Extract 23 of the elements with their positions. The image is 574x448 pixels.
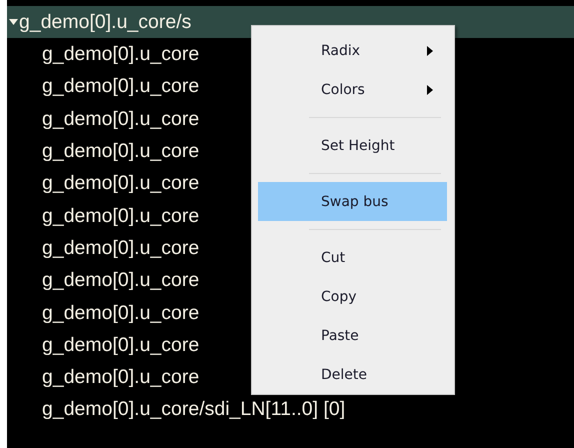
signal-name[interactable]: g_demo[0].u_core (42, 75, 200, 98)
submenu-arrow-icon (427, 46, 433, 56)
menu-item[interactable]: Paste (258, 316, 447, 355)
signal-name[interactable]: g_demo[0].u_core (42, 269, 200, 292)
signal-name: g_demo[0].u_core/s (19, 11, 192, 33)
menu-item[interactable]: Colors (258, 70, 447, 109)
signal-name[interactable]: g_demo[0].u_core (42, 236, 200, 259)
menu-item[interactable]: Set Height (258, 126, 447, 165)
signal-name[interactable]: g_demo[0].u_core/sdi_LN[11..0] [0] (42, 398, 346, 420)
signal-name[interactable]: g_demo[0].u_core (42, 204, 200, 227)
submenu-arrow-icon (427, 84, 433, 94)
menu-item[interactable]: Delete (258, 355, 447, 394)
signal-name[interactable]: g_demo[0].u_core (42, 43, 200, 66)
menu-item[interactable]: Cut (258, 238, 447, 277)
expand-caret-icon[interactable] (9, 18, 18, 26)
signal-name[interactable]: g_demo[0].u_core (42, 140, 200, 162)
signal-name[interactable]: g_demo[0].u_core (42, 334, 200, 356)
signal-name[interactable]: g_demo[0].u_core (42, 108, 200, 130)
signal-name[interactable]: g_demo[0].u_core (42, 366, 200, 388)
signal-name[interactable]: g_demo[0].u_core (42, 302, 200, 324)
menu-item[interactable]: Swap bus (258, 182, 447, 221)
menu-item[interactable]: Copy (258, 277, 447, 316)
signal-name[interactable]: g_demo[0].u_core (42, 172, 200, 194)
